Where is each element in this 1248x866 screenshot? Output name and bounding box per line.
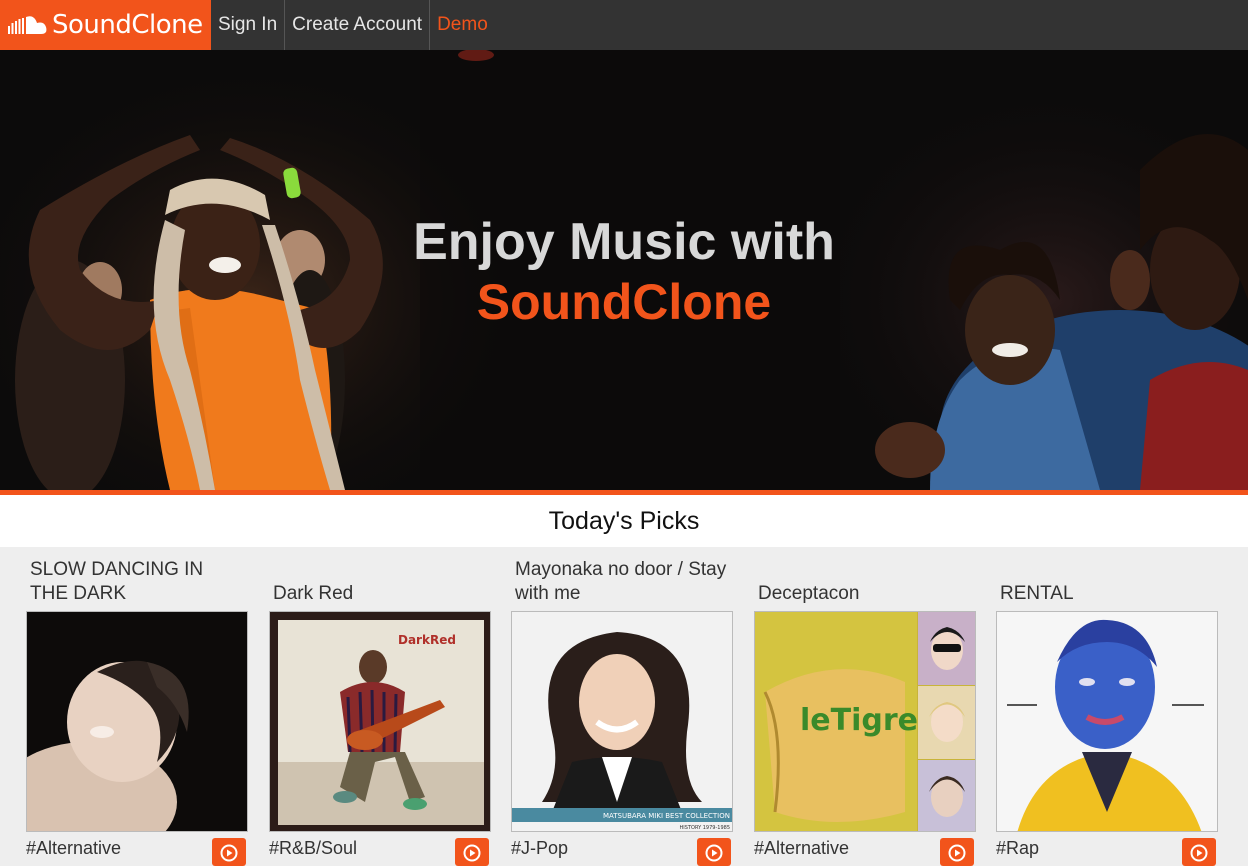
album-cover[interactable] xyxy=(26,611,248,832)
cover-title-text: DarkRed xyxy=(398,633,456,647)
album-cover-art xyxy=(27,612,247,831)
album-cover-art xyxy=(997,612,1217,831)
play-circle-icon xyxy=(220,844,238,862)
genre-tag[interactable]: #R&B/Soul xyxy=(269,838,357,859)
hero-line-2: SoundClone xyxy=(476,274,772,330)
hero-heading: Enjoy Music with SoundClone xyxy=(0,212,1248,332)
top-nav: SoundClone Sign In Create Account Demo xyxy=(0,0,1248,50)
album-cover-art: DarkRed xyxy=(270,612,490,831)
create-account-link[interactable]: Create Account xyxy=(285,0,431,50)
logo-text: SoundClone xyxy=(52,10,203,40)
track-card[interactable]: Mayonaka no door / Stay with me MATSUBAR… xyxy=(511,547,733,866)
logo[interactable]: SoundClone xyxy=(0,0,211,50)
track-card[interactable]: Dark Red DarkRed #R&B/Soul xyxy=(269,547,491,866)
track-card[interactable]: RENTAL #Rap xyxy=(996,547,1218,866)
album-cover[interactable]: DarkRed xyxy=(269,611,491,832)
album-cover[interactable]: MATSUBARA MIKI BEST COLLECTION HISTORY 1… xyxy=(511,611,733,832)
track-title[interactable]: RENTAL xyxy=(1000,582,1216,606)
genre-tag[interactable]: #Alternative xyxy=(26,838,121,859)
hero-line-1: Enjoy Music with xyxy=(413,213,835,271)
album-cover[interactable]: leTigre xyxy=(754,611,976,832)
hero-banner: Enjoy Music with SoundClone xyxy=(0,50,1248,490)
cover-title-text: MATSUBARA MIKI BEST COLLECTION xyxy=(603,812,730,820)
genre-tag[interactable]: #Rap xyxy=(996,838,1039,859)
play-button[interactable] xyxy=(697,838,731,866)
play-circle-icon xyxy=(463,844,481,862)
track-title[interactable]: Dark Red xyxy=(273,582,489,606)
play-circle-icon xyxy=(705,844,723,862)
genre-tag[interactable]: #Alternative xyxy=(754,838,849,859)
album-cover-art: leTigre xyxy=(755,612,975,831)
section-title: Today's Picks xyxy=(548,506,700,535)
track-card[interactable]: Deceptacon leTigre #Alternative xyxy=(754,547,976,866)
play-circle-icon xyxy=(948,844,966,862)
track-title[interactable]: Mayonaka no door / Stay with me xyxy=(515,558,731,606)
sign-in-link[interactable]: Sign In xyxy=(211,0,286,50)
play-button[interactable] xyxy=(212,838,246,866)
play-button[interactable] xyxy=(1182,838,1216,866)
genre-tag[interactable]: #J-Pop xyxy=(511,838,568,859)
cover-subtitle-text: HISTORY 1979-1985 xyxy=(680,825,730,831)
play-button[interactable] xyxy=(455,838,489,866)
play-circle-icon xyxy=(1190,844,1208,862)
track-title[interactable]: Deceptacon xyxy=(758,582,974,606)
track-card[interactable]: SLOW DANCING IN THE DARK #Alternative xyxy=(26,547,248,866)
album-cover-art: MATSUBARA MIKI BEST COLLECTION HISTORY 1… xyxy=(512,612,732,831)
demo-link[interactable]: Demo xyxy=(430,0,495,50)
cloud-logo-icon xyxy=(8,16,47,34)
picks-header: Today's Picks xyxy=(0,495,1248,547)
play-button[interactable] xyxy=(940,838,974,866)
album-cover[interactable] xyxy=(996,611,1218,832)
cover-title-text: leTigre xyxy=(800,703,918,738)
track-title[interactable]: SLOW DANCING IN THE DARK xyxy=(30,558,246,606)
picks-grid: SLOW DANCING IN THE DARK #Alternative Da… xyxy=(0,547,1248,866)
